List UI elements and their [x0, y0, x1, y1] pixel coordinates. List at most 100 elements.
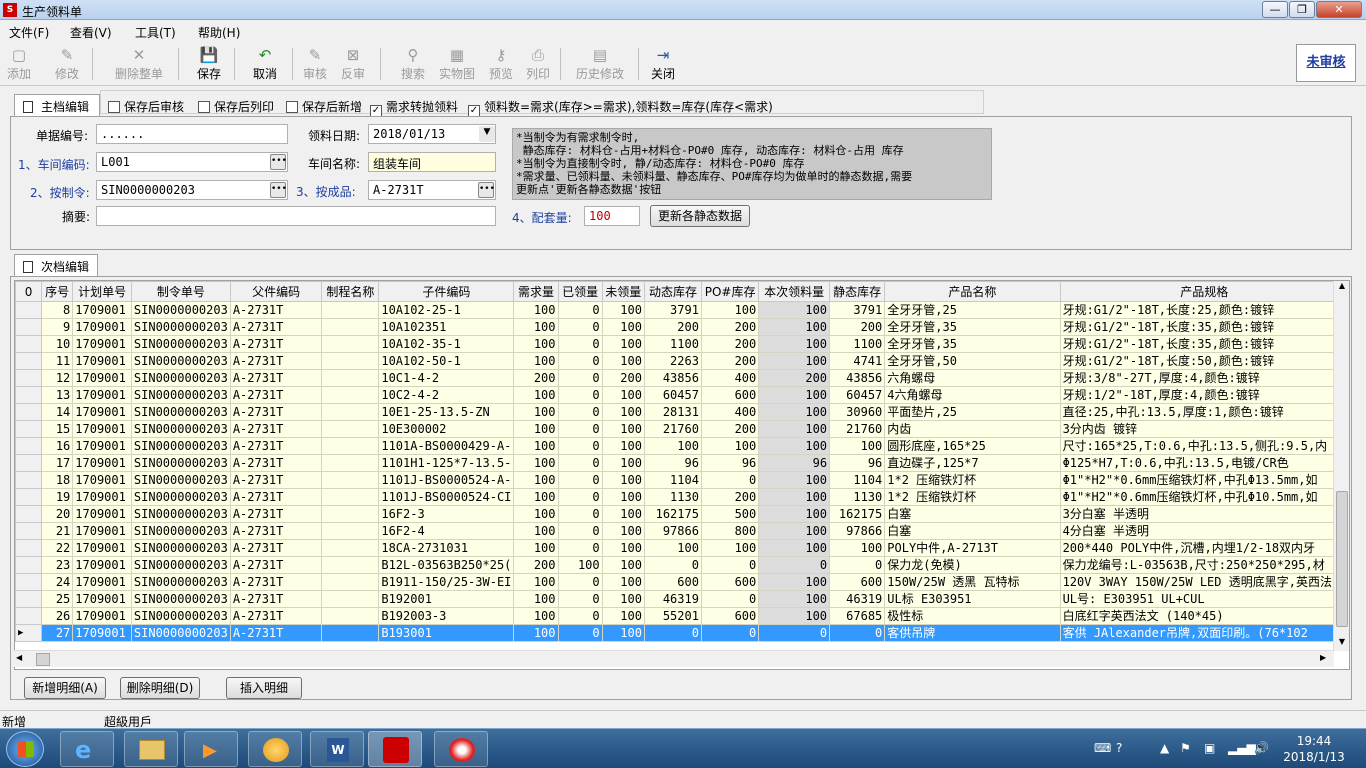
table-cell[interactable]: 1709001 — [72, 590, 132, 608]
table-cell[interactable]: 0 — [700, 556, 760, 574]
table-cell[interactable]: 0 — [700, 471, 760, 489]
table-cell[interactable]: 1709001 — [72, 352, 132, 370]
column-header[interactable]: 计划单号 — [72, 281, 132, 302]
table-cell[interactable]: SIN0000000203 — [130, 420, 231, 438]
table-cell[interactable]: 97866 — [829, 522, 886, 540]
close-window-button[interactable]: ✕ — [1316, 1, 1362, 18]
table-cell[interactable]: 10C2-4-2 — [378, 386, 515, 404]
table-cell[interactable]: 牙规:G1/2"-18T,长度:25,颜色:镀锌 — [1059, 301, 1349, 319]
table-cell[interactable]: 100 — [513, 573, 559, 591]
table-cell[interactable]: SIN0000000203 — [130, 437, 231, 455]
table-cell[interactable] — [321, 318, 380, 336]
table-cell[interactable]: 100 — [601, 624, 645, 642]
table-cell[interactable]: 100 — [758, 573, 831, 591]
table-cell[interactable]: 3分内齿 镀锌 — [1059, 420, 1349, 438]
print-button[interactable]: ⎙ 列印 — [523, 45, 553, 83]
row-indicator[interactable] — [15, 301, 43, 319]
table-cell[interactable]: 100 — [829, 539, 886, 557]
table-cell[interactable]: 100 — [513, 301, 559, 319]
table-cell[interactable]: 0 — [758, 556, 831, 574]
table-row[interactable]: 9 1709001 SIN0000000203 A-2731T 10A102351 100… — [15, 318, 1349, 336]
table-cell[interactable]: 100 — [758, 318, 831, 336]
table-cell[interactable]: 0 — [700, 590, 760, 608]
table-row[interactable]: 23 1709001 SIN0000000203 A-2731T B12L-03563B… — [15, 556, 1349, 574]
table-cell[interactable]: 100 — [601, 403, 645, 421]
table-cell[interactable]: 28131 — [643, 403, 702, 421]
table-cell[interactable]: 100 — [601, 352, 645, 370]
doc-no-field[interactable]: ...... — [96, 124, 288, 144]
table-cell[interactable]: 牙规:1/2"-18T,厚度:4,颜色:镀锌 — [1059, 386, 1349, 404]
table-cell[interactable] — [321, 335, 380, 353]
table-cell[interactable] — [321, 369, 380, 387]
table-cell[interactable]: 0 — [557, 590, 603, 608]
table-cell[interactable]: 11 — [41, 352, 74, 370]
table-cell[interactable]: 牙规:G1/2"-18T,长度:50,颜色:镀锌 — [1059, 352, 1349, 370]
table-cell[interactable]: 4741 — [829, 352, 886, 370]
save-button[interactable]: 💾 保存 — [194, 45, 224, 83]
search-button[interactable]: ⚲ 搜索 — [398, 45, 428, 83]
table-cell[interactable]: 0 — [557, 522, 603, 540]
table-cell[interactable]: 1709001 — [72, 556, 132, 574]
table-cell[interactable]: 100 — [513, 590, 559, 608]
table-cell[interactable]: 21760 — [643, 420, 702, 438]
table-cell[interactable]: 500 — [700, 505, 760, 523]
table-cell[interactable]: 0 — [557, 437, 603, 455]
table-cell[interactable]: SIN0000000203 — [130, 590, 231, 608]
table-cell[interactable]: 100 — [513, 420, 559, 438]
table-cell[interactable]: A-2731T — [229, 386, 323, 404]
table-cell[interactable]: 1130 — [643, 488, 702, 506]
table-cell[interactable]: 1709001 — [72, 301, 132, 319]
menu-view[interactable]: 查看(V) — [70, 24, 112, 41]
table-cell[interactable] — [321, 556, 380, 574]
table-cell[interactable]: 16 — [41, 437, 74, 455]
table-cell[interactable]: SIN0000000203 — [130, 318, 231, 336]
taskbar-word[interactable]: W — [310, 731, 364, 767]
table-cell[interactable]: B193001 — [378, 624, 515, 642]
table-cell[interactable]: 0 — [557, 352, 603, 370]
scroll-up-icon[interactable]: ▲ — [1336, 281, 1348, 293]
table-cell[interactable] — [321, 454, 380, 472]
table-row[interactable]: 22 1709001 SIN0000000203 A-2731T 18CA-273103… — [15, 539, 1349, 557]
table-cell[interactable]: 200 — [700, 335, 760, 353]
table-cell[interactable]: 牙规:3/8"-27T,厚度:4,颜色:镀锌 — [1059, 369, 1349, 387]
table-cell[interactable]: 极性标 — [884, 607, 1061, 625]
table-cell[interactable]: 400 — [700, 403, 760, 421]
row-indicator[interactable] — [15, 488, 43, 506]
table-cell[interactable] — [321, 539, 380, 557]
table-cell[interactable]: 200 — [700, 318, 760, 336]
table-cell[interactable]: 0 — [758, 624, 831, 642]
network-icon[interactable]: ▂▄▆ — [1228, 741, 1256, 755]
table-cell[interactable]: 96 — [643, 454, 702, 472]
ws-code-lookup-icon[interactable]: ••• — [270, 154, 287, 170]
table-cell[interactable]: 直边碟子,125*7 — [884, 454, 1061, 472]
table-cell[interactable]: Φ1"*H2"*0.6mm压缩铁灯杯,中孔Φ13.5mm,如 — [1059, 471, 1349, 489]
table-cell[interactable]: 2263 — [643, 352, 702, 370]
clock[interactable]: 19:44 2018/1/13 — [1282, 733, 1346, 765]
column-header[interactable]: 父件编码 — [229, 281, 323, 302]
table-cell[interactable]: 100 — [758, 403, 831, 421]
row-indicator[interactable] — [15, 437, 43, 455]
table-cell[interactable]: SIN0000000203 — [130, 607, 231, 625]
table-cell[interactable]: 96 — [700, 454, 760, 472]
table-cell[interactable]: 96 — [829, 454, 886, 472]
table-cell[interactable]: 0 — [829, 556, 886, 574]
table-cell[interactable]: UL号: E303951 UL+CUL — [1059, 590, 1349, 608]
row-indicator[interactable] — [15, 352, 43, 370]
table-cell[interactable]: B12L-03563B250*25( — [378, 556, 515, 574]
table-cell[interactable]: 600 — [700, 573, 760, 591]
row-indicator[interactable] — [15, 556, 43, 574]
table-cell[interactable]: 600 — [700, 607, 760, 625]
table-cell[interactable]: 1709001 — [72, 471, 132, 489]
table-cell[interactable]: 0 — [557, 624, 603, 642]
sets-field[interactable]: 100 — [584, 206, 640, 226]
column-header[interactable]: 静态库存 — [829, 281, 886, 302]
table-cell[interactable]: POLY中件,A-2713T — [884, 539, 1061, 557]
product-field[interactable]: A-2731T — [368, 180, 496, 200]
table-cell[interactable] — [321, 522, 380, 540]
table-cell[interactable]: 67685 — [829, 607, 886, 625]
memo-field[interactable] — [96, 206, 496, 226]
table-cell[interactable]: SIN0000000203 — [130, 369, 231, 387]
table-cell[interactable]: 六角螺母 — [884, 369, 1061, 387]
scroll-left-icon[interactable]: ◀ — [16, 653, 22, 662]
taskbar-app[interactable] — [368, 731, 422, 767]
